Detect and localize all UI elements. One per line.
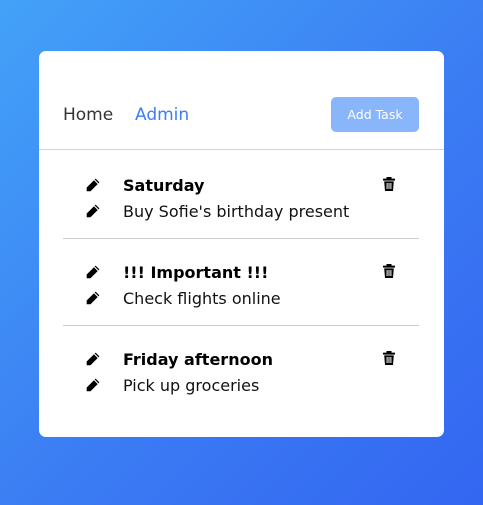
- nav-home-link[interactable]: Home: [63, 104, 113, 126]
- trash-icon[interactable]: [381, 263, 397, 279]
- nav-admin-link[interactable]: Admin: [135, 104, 189, 126]
- pencil-icon[interactable]: [85, 264, 101, 280]
- task-item: !!! Important !!! Check flights online: [63, 239, 419, 326]
- pencil-icon[interactable]: [85, 203, 101, 219]
- task-description: Buy Sofie's birthday present: [123, 202, 350, 221]
- task-description: Pick up groceries: [123, 376, 260, 395]
- task-item: Saturday Buy Sofie's birthday present: [63, 152, 419, 239]
- task-title: !!! Important !!!: [123, 263, 269, 282]
- task-item: Friday afternoon Pick up groceries: [63, 326, 419, 413]
- task-title: Saturday: [123, 176, 205, 195]
- pencil-icon[interactable]: [85, 377, 101, 393]
- trash-icon[interactable]: [381, 350, 397, 366]
- task-description: Check flights online: [123, 289, 281, 308]
- task-card: Home Admin Add Task Saturday Buy Sofie's…: [39, 51, 444, 437]
- navbar: Home Admin Add Task: [39, 51, 444, 150]
- task-title: Friday afternoon: [123, 350, 273, 369]
- pencil-icon[interactable]: [85, 177, 101, 193]
- trash-icon[interactable]: [381, 176, 397, 192]
- add-task-button[interactable]: Add Task: [331, 97, 419, 132]
- pencil-icon[interactable]: [85, 290, 101, 306]
- pencil-icon[interactable]: [85, 351, 101, 367]
